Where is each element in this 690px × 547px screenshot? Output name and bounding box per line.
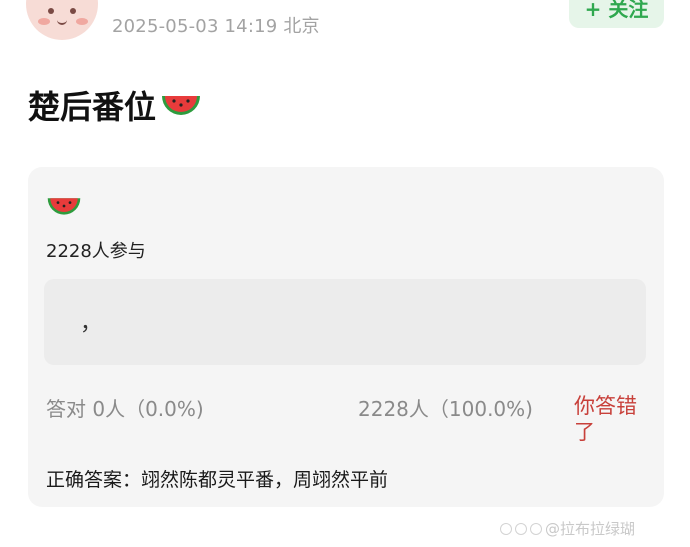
avatar-eye [48,8,54,14]
post-title-text: 楚后番位 [28,88,157,126]
avatar[interactable] [26,0,98,40]
watermark-text: @拉布拉绿瑚 [545,520,636,538]
watermark-circle-icon [515,522,527,535]
post-meta: 2025-05-03 14:19 北京 [112,16,320,37]
participants-count: 2228人参与 [46,241,146,262]
avatar-mouth [57,18,67,25]
quiz-card: 2228人参与 ， 答对 0人（0.0%) 2228人（100.0%) 你答错了… [28,167,664,507]
avatar-blush [38,18,50,25]
follow-button[interactable]: + 关注 [569,0,664,28]
result-label: 你答错了 [574,394,637,444]
post-title: 楚后番位 [28,82,202,128]
watermark-circle-icon [530,522,542,535]
answer-option[interactable]: ， [44,279,646,365]
correct-answer: 正确答案：翊然陈都灵平番，周翊然平前 [46,469,389,491]
watermark: @拉布拉绿瑚 [500,518,635,539]
avatar-eye [70,8,76,14]
avatar-blush [76,18,88,25]
answer-text: ， [80,311,103,336]
wrong-stat: 2228人（100.0%) [358,397,533,421]
correct-stat: 答对 0人（0.0%) [46,397,204,421]
watermelon-icon [47,198,81,215]
watermelon-icon [162,96,201,115]
watermark-circle-icon [500,522,512,535]
